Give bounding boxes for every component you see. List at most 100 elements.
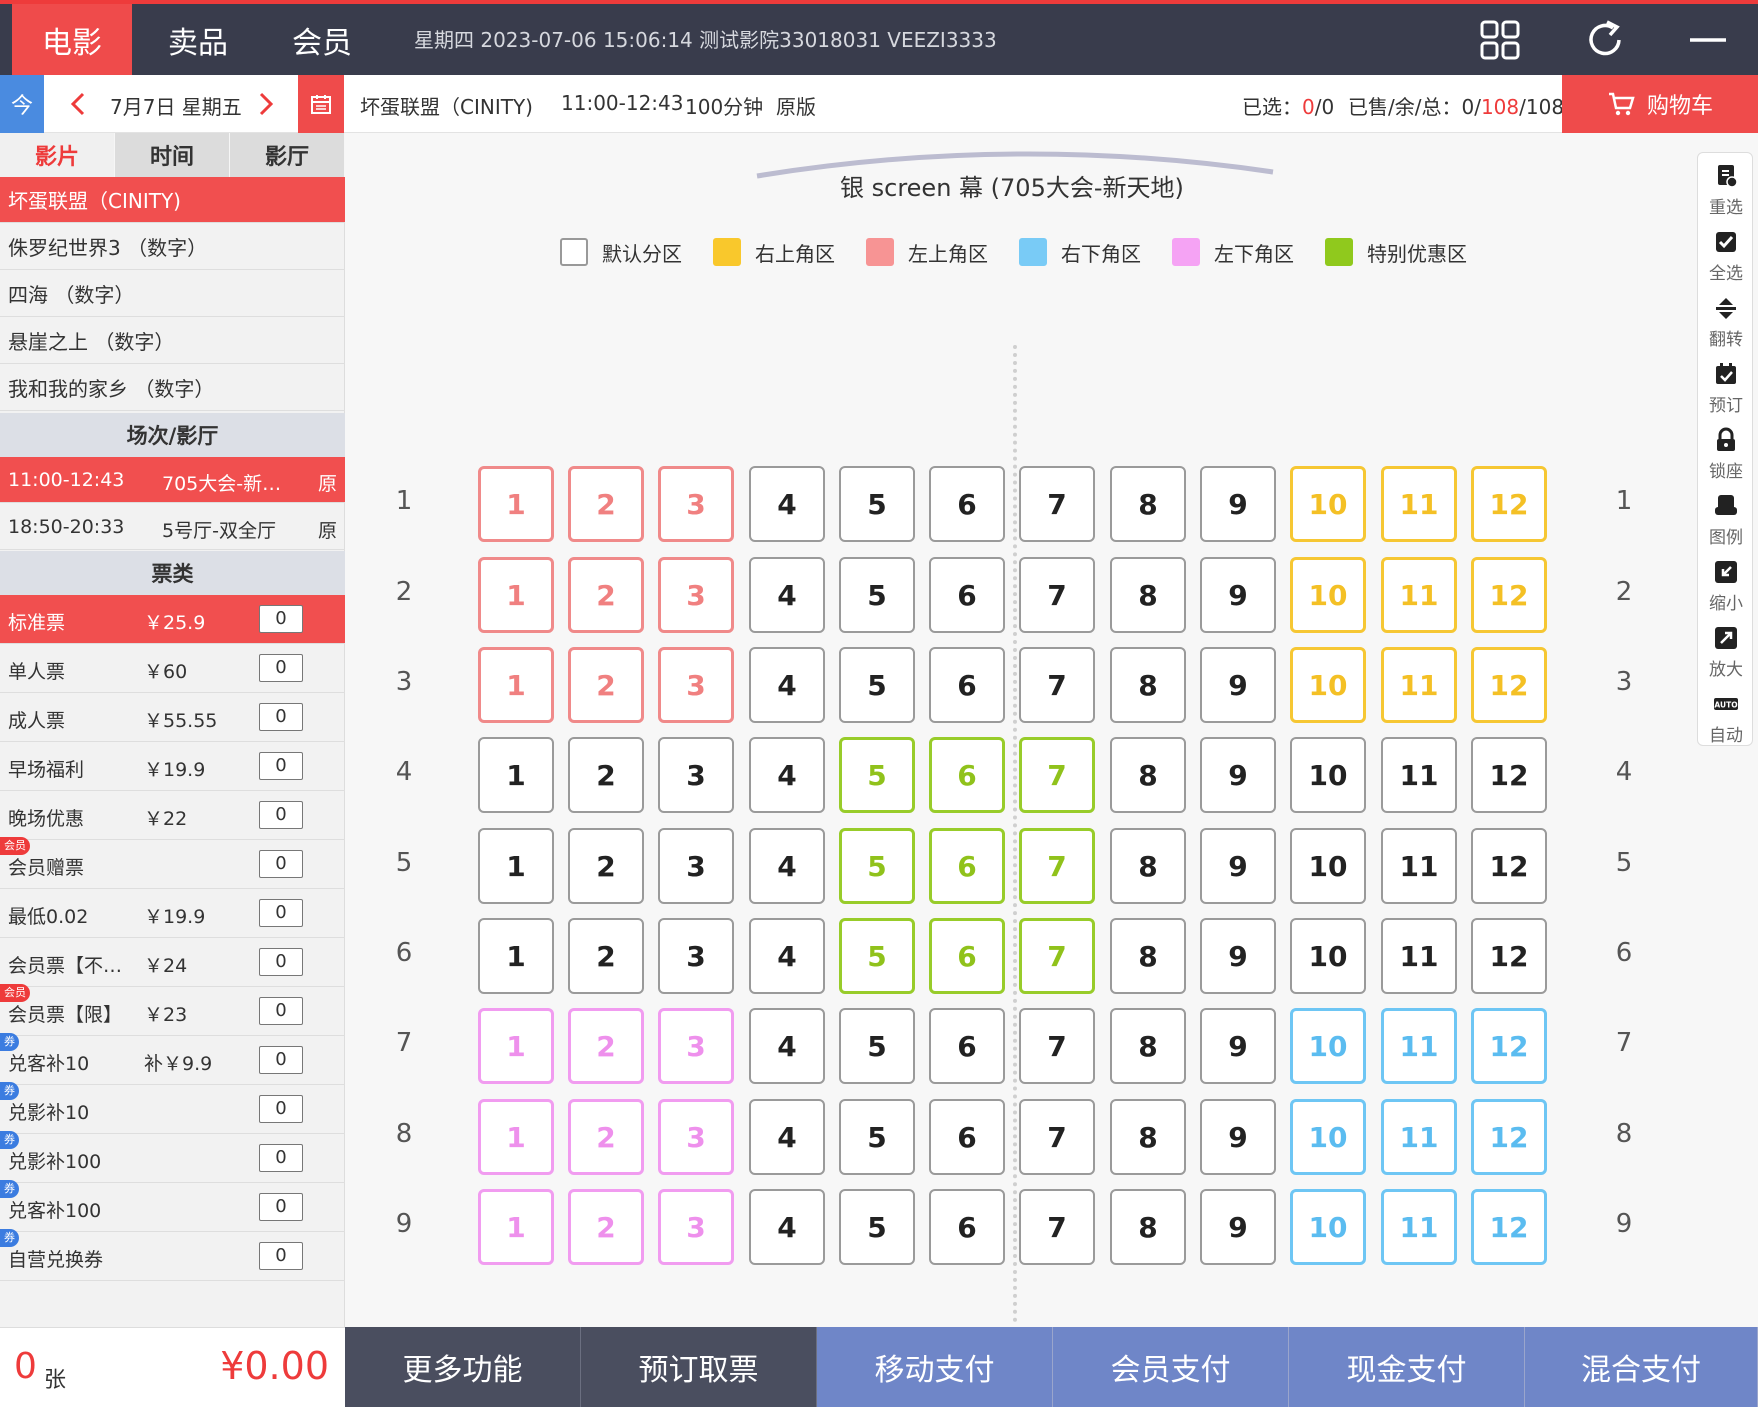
- seat[interactable]: 5: [839, 1189, 915, 1265]
- seat[interactable]: 12: [1471, 557, 1547, 633]
- seat[interactable]: 3: [658, 1189, 734, 1265]
- seat[interactable]: 2: [568, 466, 644, 542]
- session-item[interactable]: 11:00-12:43 705大会-新… 原: [0, 457, 345, 503]
- movie-item[interactable]: 悬崖之上 （数字）: [0, 318, 345, 364]
- ticket-qty-input[interactable]: 0: [259, 1193, 303, 1221]
- seat[interactable]: 6: [929, 647, 1005, 723]
- seat[interactable]: 11: [1381, 647, 1457, 723]
- ticket-row[interactable]: 兑客补100 0 券: [0, 1180, 345, 1232]
- seat[interactable]: 6: [929, 828, 1005, 904]
- seat[interactable]: 10: [1290, 1099, 1366, 1175]
- seat[interactable]: 11: [1381, 737, 1457, 813]
- tab-member[interactable]: 会员: [262, 4, 382, 75]
- seat[interactable]: 3: [658, 828, 734, 904]
- seat[interactable]: 5: [839, 737, 915, 813]
- seat[interactable]: 7: [1019, 557, 1095, 633]
- seat[interactable]: 6: [929, 557, 1005, 633]
- seat[interactable]: 5: [839, 918, 915, 994]
- tool-lock[interactable]: 锁座: [1698, 421, 1754, 487]
- grid-icon[interactable]: [1478, 18, 1522, 62]
- cart-button[interactable]: 购物车: [1562, 75, 1758, 133]
- seat[interactable]: 12: [1471, 737, 1547, 813]
- seat[interactable]: 2: [568, 737, 644, 813]
- today-button[interactable]: 今: [0, 75, 44, 133]
- ticket-qty-input[interactable]: 0: [259, 1242, 303, 1270]
- seat[interactable]: 9: [1200, 1189, 1276, 1265]
- seat[interactable]: 12: [1471, 1189, 1547, 1265]
- seat[interactable]: 3: [658, 557, 734, 633]
- seat[interactable]: 6: [929, 737, 1005, 813]
- seat[interactable]: 10: [1290, 1008, 1366, 1084]
- seat[interactable]: 9: [1200, 918, 1276, 994]
- seat[interactable]: 11: [1381, 1008, 1457, 1084]
- seat[interactable]: 8: [1110, 918, 1186, 994]
- seat[interactable]: 5: [839, 466, 915, 542]
- seat[interactable]: 8: [1110, 466, 1186, 542]
- seat[interactable]: 2: [568, 1008, 644, 1084]
- seat[interactable]: 10: [1290, 647, 1366, 723]
- ticket-qty-input[interactable]: 0: [259, 1144, 303, 1172]
- sidebar-tab-movie[interactable]: 影片: [0, 133, 115, 177]
- tool-calendar-check[interactable]: 预订: [1698, 355, 1754, 421]
- ticket-row[interactable]: 早场福利 ￥19.9 0: [0, 742, 345, 791]
- seat[interactable]: 2: [568, 918, 644, 994]
- seat[interactable]: 1: [478, 828, 554, 904]
- next-date-button[interactable]: [246, 75, 286, 133]
- session-item[interactable]: 18:50-20:33 5号厅-双全厅 原: [0, 504, 345, 550]
- seat[interactable]: 7: [1019, 1008, 1095, 1084]
- sidebar-tab-hall[interactable]: 影厅: [230, 133, 345, 177]
- movie-item[interactable]: 四海 （数字）: [0, 271, 345, 317]
- tool-select-all[interactable]: 全选: [1698, 223, 1754, 289]
- mobile-pay-button[interactable]: 移动支付: [817, 1327, 1053, 1407]
- seat[interactable]: 1: [478, 647, 554, 723]
- seat[interactable]: 4: [749, 1099, 825, 1175]
- seat[interactable]: 9: [1200, 1099, 1276, 1175]
- ticket-row[interactable]: 会员票【不… ￥24 0: [0, 938, 345, 987]
- refresh-icon[interactable]: [1583, 18, 1627, 62]
- member-pay-button[interactable]: 会员支付: [1053, 1327, 1289, 1407]
- tool-reselect[interactable]: 重选: [1698, 157, 1754, 223]
- seat[interactable]: 3: [658, 918, 734, 994]
- seat[interactable]: 10: [1290, 828, 1366, 904]
- seat[interactable]: 11: [1381, 557, 1457, 633]
- ticket-qty-input[interactable]: 0: [259, 703, 303, 731]
- calendar-button[interactable]: [298, 75, 344, 133]
- seat[interactable]: 12: [1471, 828, 1547, 904]
- seat[interactable]: 11: [1381, 828, 1457, 904]
- seat[interactable]: 4: [749, 828, 825, 904]
- seat[interactable]: 4: [749, 1008, 825, 1084]
- ticket-qty-input[interactable]: 0: [259, 801, 303, 829]
- seat[interactable]: 7: [1019, 466, 1095, 542]
- seat[interactable]: 1: [478, 1008, 554, 1084]
- seat[interactable]: 2: [568, 828, 644, 904]
- seat[interactable]: 6: [929, 1008, 1005, 1084]
- ticket-row[interactable]: 单人票 ￥60 0: [0, 644, 345, 693]
- seat[interactable]: 4: [749, 557, 825, 633]
- seat[interactable]: 10: [1290, 1189, 1366, 1265]
- cash-pay-button[interactable]: 现金支付: [1289, 1327, 1525, 1407]
- tool-zoom-in[interactable]: 放大: [1698, 619, 1754, 685]
- reservation-pickup-button[interactable]: 预订取票: [581, 1327, 817, 1407]
- seat[interactable]: 10: [1290, 918, 1366, 994]
- tool-zoom-out[interactable]: 缩小: [1698, 553, 1754, 619]
- seat[interactable]: 7: [1019, 828, 1095, 904]
- seat[interactable]: 1: [478, 1189, 554, 1265]
- seat[interactable]: 10: [1290, 737, 1366, 813]
- ticket-qty-input[interactable]: 0: [259, 1095, 303, 1123]
- seat[interactable]: 5: [839, 1099, 915, 1175]
- seat[interactable]: 7: [1019, 1189, 1095, 1265]
- tool-auto[interactable]: AUTO 自动: [1698, 685, 1754, 751]
- seat[interactable]: 9: [1200, 1008, 1276, 1084]
- ticket-qty-input[interactable]: 0: [259, 948, 303, 976]
- movie-item[interactable]: 坏蛋联盟（CINITY): [0, 177, 345, 223]
- seat[interactable]: 8: [1110, 557, 1186, 633]
- ticket-qty-input[interactable]: 0: [259, 1046, 303, 1074]
- seat[interactable]: 6: [929, 466, 1005, 542]
- seat[interactable]: 10: [1290, 557, 1366, 633]
- ticket-qty-input[interactable]: 0: [259, 752, 303, 780]
- seat[interactable]: 6: [929, 1099, 1005, 1175]
- seat[interactable]: 11: [1381, 1189, 1457, 1265]
- ticket-row[interactable]: 会员票【限】 ￥23 0 会员: [0, 984, 345, 1036]
- seat[interactable]: 11: [1381, 1099, 1457, 1175]
- seat[interactable]: 5: [839, 647, 915, 723]
